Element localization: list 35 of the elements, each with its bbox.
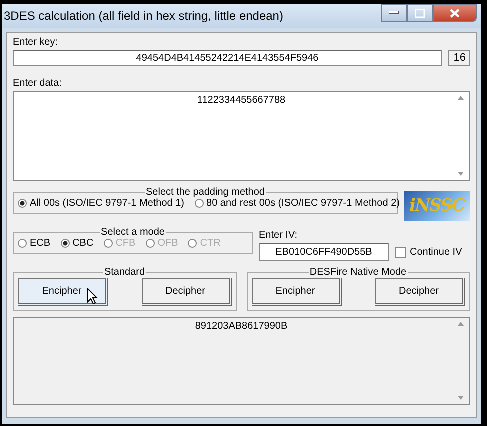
encipher-button[interactable]: Encipher xyxy=(252,278,342,306)
radio-option[interactable]: CBC xyxy=(60,238,94,249)
group-title: DESFire Native Mode xyxy=(308,267,408,278)
maximize-icon xyxy=(415,8,425,18)
radio-option[interactable]: ECB xyxy=(18,238,51,249)
close-button[interactable] xyxy=(433,4,477,22)
radio-option[interactable]: 80 and rest 00s (ISO/IEC 9797-1 Method 2) xyxy=(194,198,400,209)
output-value: 891203AB8617990B xyxy=(195,321,288,334)
scroll-up-icon xyxy=(458,322,464,326)
minimize-button[interactable] xyxy=(381,4,407,22)
data-value: 1122334455667788 xyxy=(197,95,286,108)
logo: iNSSC xyxy=(404,191,470,221)
decipher-button[interactable]: Decipher xyxy=(142,278,232,306)
iv-field[interactable]: EB010C6FF490D55B xyxy=(259,243,389,261)
mouse-cursor-icon xyxy=(87,288,98,305)
window-title: 3DES calculation (all field in hex string, little endean) xyxy=(4,9,284,23)
scroll-up-icon xyxy=(458,96,464,100)
group-title: Standard xyxy=(103,267,146,278)
key-label: Enter key: xyxy=(13,37,60,48)
key-field[interactable]: 49454D4B41455242214E4143554F5946 xyxy=(13,50,442,66)
mode-title: Select a mode xyxy=(100,227,166,238)
scroll-down-icon xyxy=(458,396,464,400)
decipher-button[interactable]: Decipher xyxy=(375,278,465,306)
key-length: 16 xyxy=(448,50,470,66)
padding-title: Select the padding method xyxy=(145,187,266,198)
data-field[interactable]: 1122334455667788 xyxy=(13,91,470,181)
iv-label: Enter IV: xyxy=(259,230,299,241)
encipher-button[interactable]: Encipher xyxy=(18,278,108,306)
data-label: Enter data: xyxy=(13,78,63,89)
scroll-down-icon xyxy=(458,172,464,176)
radio-option[interactable]: All 00s (ISO/IEC 9797-1 Method 1) xyxy=(18,198,185,209)
close-icon xyxy=(450,8,460,18)
continue-iv-checkbox[interactable]: Continue IV xyxy=(395,246,462,258)
minimize-icon xyxy=(389,11,399,15)
maximize-button[interactable] xyxy=(407,4,433,22)
